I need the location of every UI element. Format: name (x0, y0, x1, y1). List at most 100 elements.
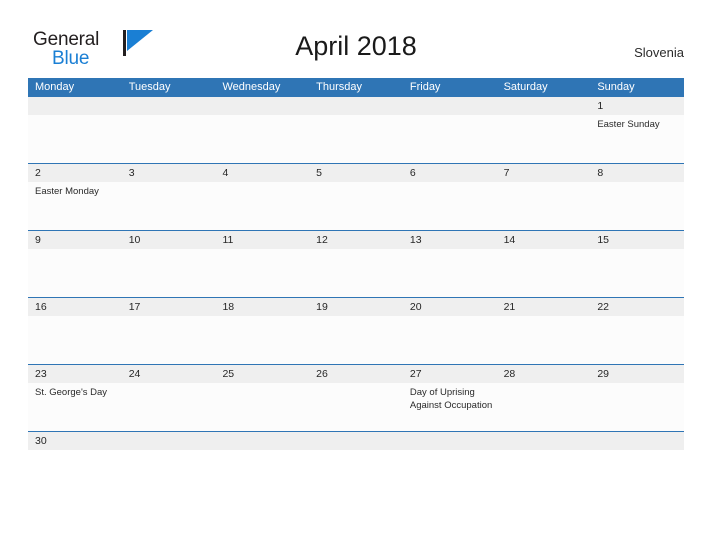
week-date-band: 30 (28, 432, 684, 450)
week-date-band: 23 24 25 26 27 28 29 (28, 365, 684, 383)
holiday-label: Easter Monday (35, 186, 99, 197)
day-cell-empty (28, 249, 122, 297)
day-number[interactable]: 7 (497, 164, 591, 182)
day-number[interactable]: 24 (122, 365, 216, 383)
day-number[interactable]: 20 (403, 298, 497, 316)
day-number-empty (215, 97, 309, 115)
day-cell-empty (309, 383, 403, 431)
weekday-sunday: Sunday (597, 81, 635, 93)
calendar-week-row: 23 24 25 26 27 28 29 St. George's Day Day of Upr… (28, 364, 684, 431)
week-date-band: 16 17 18 19 20 21 22 (28, 298, 684, 316)
weekday-saturday: Saturday (503, 81, 548, 93)
calendar-week-row: 16 17 18 19 20 21 22 (28, 297, 684, 364)
day-number[interactable]: 11 (215, 231, 309, 249)
day-cell-empty (28, 316, 122, 364)
day-number-empty (122, 432, 216, 450)
day-cell-empty (309, 316, 403, 364)
day-number[interactable]: 12 (309, 231, 403, 249)
week-date-band: 9 10 11 12 13 14 15 (28, 231, 684, 249)
day-number[interactable]: 23 (28, 365, 122, 383)
day-number[interactable]: 27 (403, 365, 497, 383)
day-cell-empty (309, 249, 403, 297)
day-cell-empty (122, 383, 216, 431)
day-cell-empty (497, 383, 591, 431)
day-cell-empty (403, 115, 497, 163)
calendar-grid: Monday Tuesday Wednesday Thursday Friday… (28, 78, 684, 450)
day-number-empty (309, 432, 403, 450)
day-cell-empty (590, 316, 684, 364)
day-number[interactable]: 13 (403, 231, 497, 249)
day-number[interactable]: 19 (309, 298, 403, 316)
holiday-label: Day of Uprising (409, 387, 475, 398)
day-cell-empty (497, 316, 591, 364)
day-number-empty (497, 97, 591, 115)
calendar-week-row: 2 3 4 5 6 7 8 Easter Monday (28, 163, 684, 230)
week-event-band (28, 316, 684, 364)
day-number[interactable]: 1 (590, 97, 684, 115)
weekday-monday: Monday (35, 81, 75, 93)
day-number[interactable]: 16 (28, 298, 122, 316)
week-event-band: Easter Sunday (28, 115, 684, 163)
region-label: Slovenia (634, 45, 684, 60)
page-title: April 2018 (295, 31, 417, 61)
day-cell-empty (215, 316, 309, 364)
day-cell-empty (497, 115, 591, 163)
day-event-cell[interactable]: Easter Monday (28, 182, 122, 230)
day-number[interactable]: 29 (590, 365, 684, 383)
day-cell-empty (215, 383, 309, 431)
day-number[interactable]: 3 (122, 164, 216, 182)
day-cell-empty (309, 115, 403, 163)
day-event-cell[interactable]: St. George's Day (28, 383, 122, 431)
day-number[interactable]: 30 (28, 432, 122, 450)
day-number[interactable]: 25 (215, 365, 309, 383)
calendar-week-row: 30 (28, 431, 684, 450)
holiday-label: St. George's Day (35, 387, 108, 398)
day-number[interactable]: 2 (28, 164, 122, 182)
day-number[interactable]: 4 (215, 164, 309, 182)
day-cell-empty (122, 182, 216, 230)
day-number[interactable]: 5 (309, 164, 403, 182)
calendar-weeks: 1 Easter Sunday 2 3 4 5 6 7 8 Easter Monday 9 10 11 1… (28, 97, 684, 450)
day-number[interactable]: 22 (590, 298, 684, 316)
day-cell-empty (122, 115, 216, 163)
week-event-band: St. George's Day Day of Uprising Against O… (28, 383, 684, 431)
day-number-empty (122, 97, 216, 115)
day-cell-empty (215, 249, 309, 297)
day-number[interactable]: 15 (590, 231, 684, 249)
day-cell-empty (497, 182, 591, 230)
weekday-friday: Friday (409, 81, 441, 93)
day-cell-empty (403, 316, 497, 364)
calendar-page: General Blue April 2018 Slovenia Monday … (0, 0, 712, 550)
weekday-header-row: Monday Tuesday Wednesday Thursday Friday… (28, 78, 684, 97)
day-number-empty (497, 432, 591, 450)
holiday-label: Against Occupation (409, 400, 493, 411)
day-number[interactable]: 17 (122, 298, 216, 316)
weekday-wednesday: Wednesday (222, 81, 281, 93)
holiday-label: Easter Sunday (597, 119, 660, 130)
day-number[interactable]: 6 (403, 164, 497, 182)
day-event-cell[interactable]: Day of Uprising Against Occupation (403, 383, 497, 431)
day-number[interactable]: 26 (309, 365, 403, 383)
day-cell-empty (28, 115, 122, 163)
day-event-cell[interactable]: Easter Sunday (590, 115, 684, 163)
day-number-empty (403, 97, 497, 115)
day-cell-empty (215, 182, 309, 230)
day-cell-empty (122, 316, 216, 364)
week-event-band (28, 249, 684, 297)
day-number-empty (215, 432, 309, 450)
day-number[interactable]: 18 (215, 298, 309, 316)
day-number[interactable]: 21 (497, 298, 591, 316)
day-number[interactable]: 8 (590, 164, 684, 182)
day-number[interactable]: 9 (28, 231, 122, 249)
day-cell-empty (497, 249, 591, 297)
weekday-tuesday: Tuesday (128, 81, 171, 93)
calendar-week-row: 9 10 11 12 13 14 15 (28, 230, 684, 297)
day-number-empty (590, 432, 684, 450)
day-number[interactable]: 28 (497, 365, 591, 383)
day-number[interactable]: 14 (497, 231, 591, 249)
day-cell-empty (309, 182, 403, 230)
day-number-empty (28, 97, 122, 115)
week-event-band: Easter Monday (28, 182, 684, 230)
day-number[interactable]: 10 (122, 231, 216, 249)
page-header: General Blue April 2018 Slovenia (0, 0, 712, 76)
